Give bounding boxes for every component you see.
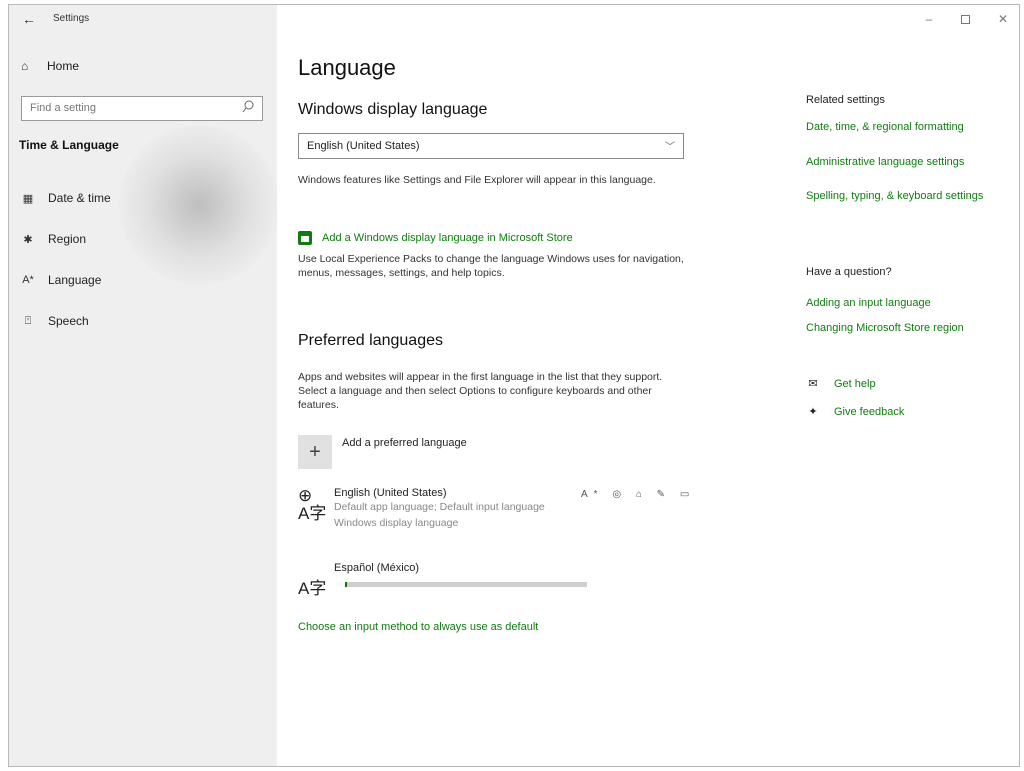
main-content: Language Windows display language Englis… [298,5,698,766]
display-language-icon: ⊕ A字 [298,486,327,523]
preferred-languages-description: Apps and websites will appear in the fir… [298,371,663,411]
help-chat-icon: ✉ [808,378,818,390]
sidebar-item-speech[interactable]: ⍞ Speech [21,314,89,328]
search-icon [242,100,254,114]
sidebar-item-date-time[interactable]: ▦ Date & time [21,191,111,205]
sidebar-item-home[interactable]: ⌂ Home [21,59,79,73]
language-item-english[interactable]: ⊕ A字 English (United States) Default app … [298,487,545,531]
experience-pack-description: Use Local Experience Packs to change the… [298,253,684,279]
home-icon: ⌂ [21,59,29,73]
sidebar-item-language[interactable]: A* Language [21,273,101,287]
store-language-link[interactable]: Add a Windows display language in Micros… [298,231,573,245]
sidebar-item-label: Date & time [48,191,111,205]
search-placeholder: Find a setting [30,102,97,114]
settings-window: ⌂ Home Find a setting Time & Language ▦ … [8,4,1020,767]
dropdown-value: English (United States) [307,140,420,152]
language-info: Español (México) [334,562,419,598]
input-method-link[interactable]: Choose an input method to always use as … [298,621,538,633]
language-name: Español (México) [334,562,419,574]
back-arrow-icon[interactable]: ← [19,9,39,29]
calendar-clock-icon: ▦ [22,192,34,205]
language-info: English (United States) Default app lang… [334,487,545,531]
plus-icon: + [298,435,332,469]
chevron-down-icon: ﹀ [665,142,675,153]
language-name: English (United States) [334,487,447,499]
admin-language-link[interactable]: Administrative language settings [806,154,1006,170]
language-feature-icons: A* ◎ ⌂ ✎ ▭ [581,489,696,500]
preferred-languages-heading: Preferred languages [298,332,443,349]
window-title: Settings [53,13,90,24]
section-title: Time & Language [19,138,119,152]
sidebar-item-label: Region [48,232,87,246]
language-icon: A字 [298,579,327,598]
sidebar: ⌂ Home Find a setting Time & Language ▦ … [9,5,277,766]
store-link-label: Add a Windows display language in Micros… [322,232,573,244]
language-item-spanish[interactable]: A字 Español (México) [298,562,419,598]
microsoft-store-icon [298,231,312,245]
language-icon: A* [22,274,34,286]
adding-input-language-link[interactable]: Adding an input language [806,295,1006,311]
sidebar-blur-artifact [119,125,277,285]
language-detail-1: Default app language; Default input lang… [334,501,545,513]
spelling-typing-link[interactable]: Spelling, typing, & keyboard settings [806,188,1006,204]
add-preferred-language-button[interactable]: + Add a preferred language [298,435,467,469]
related-settings-panel: Related settings Date, time, & regional … [806,5,1011,766]
related-settings-heading: Related settings [806,94,885,106]
page-title: Language [298,55,396,80]
language-download-progress [345,582,587,587]
give-feedback-link[interactable]: ✦ Give feedback [806,405,905,419]
get-help-link[interactable]: ✉ Get help [806,377,876,391]
sidebar-item-region[interactable]: ✱ Region [21,232,86,246]
give-feedback-label: Give feedback [834,405,905,418]
display-language-heading: Windows display language [298,101,488,118]
search-input[interactable]: Find a setting [21,96,263,121]
sidebar-item-label: Speech [48,314,89,328]
microphone-icon: ⍞ [24,314,32,327]
display-language-description: Windows features like Settings and File … [298,174,656,186]
progress-fill [345,582,348,587]
add-language-label: Add a preferred language [342,437,467,449]
globe-region-icon: ✱ [23,233,33,246]
get-help-label: Get help [834,377,876,390]
feedback-icon: ✦ [808,406,818,418]
display-language-dropdown[interactable]: English (United States) ﹀ [298,133,684,159]
regional-formatting-link[interactable]: Date, time, & regional formatting [806,119,1006,135]
home-label: Home [47,59,80,73]
store-region-link[interactable]: Changing Microsoft Store region [806,320,1006,336]
sidebar-item-label: Language [48,273,102,287]
question-heading: Have a question? [806,266,892,278]
language-detail-2: Windows display language [334,517,459,529]
